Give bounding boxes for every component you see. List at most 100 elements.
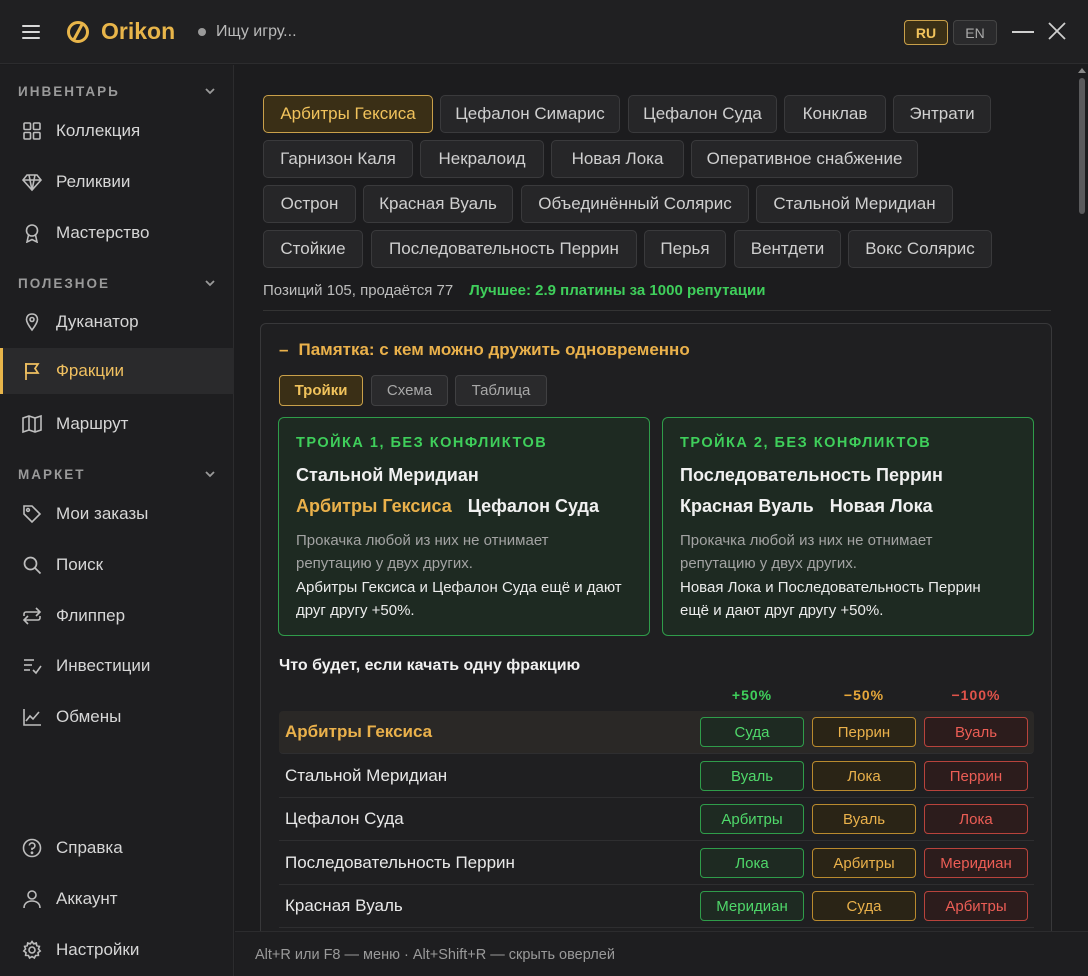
faction-chip[interactable]: Объединённый Солярис <box>521 185 749 223</box>
main-content: Арбитры Гексиса Цефалон Симарис Цефалон … <box>235 65 1075 931</box>
scrollbar-thumb[interactable] <box>1079 78 1085 214</box>
zero-badge: Вуаль <box>924 717 1028 747</box>
plus-badge: Меридиан <box>700 891 804 921</box>
minus-badge: Лока <box>812 761 916 791</box>
triple-faction: Стальной Меридиан <box>296 465 479 485</box>
sidebar-item-factions[interactable]: Фракции <box>0 348 234 394</box>
swap-icon <box>22 607 42 625</box>
sidebar-item-relics[interactable]: Реликвии <box>0 159 234 205</box>
section-label: МАРКЕТ <box>18 466 86 482</box>
sidebar-item-my-orders[interactable]: Мои заказы <box>0 491 234 537</box>
sidebar-item-label: Инвестиции <box>56 656 151 675</box>
effect-row[interactable]: Последовательность Перрин Лока Арбитры М… <box>279 842 1034 885</box>
sidebar-item-investments[interactable]: Инвестиции <box>0 643 234 689</box>
sidebar-item-label: Флиппер <box>56 606 126 625</box>
chart-icon <box>23 709 41 726</box>
sidebar-item-settings[interactable]: Настройки <box>0 927 234 973</box>
sidebar-item-ducanator[interactable]: Дуканатор <box>0 299 234 345</box>
column-plus50: +50% <box>731 687 773 703</box>
memo-panel: – Памятка: с кем можно дружить одновремен… <box>260 323 1052 931</box>
tab-table[interactable]: Таблица <box>455 375 547 406</box>
medal-icon <box>25 224 39 243</box>
sidebar-item-route[interactable]: Маршрут <box>0 401 234 447</box>
faction-chip[interactable]: Вокс Солярис <box>848 230 992 268</box>
zero-badge: Лока <box>924 804 1028 834</box>
faction-chip[interactable]: Острон <box>263 185 356 223</box>
faction-chip[interactable]: Последовательность Перрин <box>371 230 637 268</box>
sidebar-item-trades[interactable]: Обмены <box>0 694 234 740</box>
lang-ru-button[interactable]: RU <box>904 20 948 45</box>
menu-icon[interactable] <box>22 24 40 39</box>
plus-badge: Арбитры <box>700 804 804 834</box>
diamond-icon <box>22 174 42 192</box>
tab-scheme[interactable]: Схема <box>371 375 448 406</box>
effects-title: Что будет, если качать одну фракцию <box>279 657 581 674</box>
gear-icon <box>22 940 42 960</box>
faction-chip[interactable]: Стойкие <box>263 230 363 268</box>
sidebar-item-search[interactable]: Поиск <box>0 542 234 588</box>
faction-chip[interactable]: Конклав <box>784 95 886 133</box>
game-search[interactable]: Ищу игру... <box>198 23 297 41</box>
effect-row[interactable]: Арбитры Гексиса Суда Перрин Вуаль <box>279 711 1034 754</box>
sidebar-item-mastery[interactable]: Мастерство <box>0 210 234 256</box>
effect-row[interactable]: Стальной Меридиан Вуаль Лока Перрин <box>279 755 1034 798</box>
scroll-up-icon[interactable] <box>1078 68 1086 73</box>
close-icon[interactable] <box>1046 20 1068 42</box>
memo-title-text: Памятка: с кем можно дружить одновременн… <box>298 340 690 359</box>
status-dot-icon <box>198 28 206 36</box>
faction-chip[interactable]: Перья <box>644 230 726 268</box>
sidebar-item-label: Аккаунт <box>56 889 118 908</box>
faction-chip[interactable]: Гарнизон Каля <box>263 140 413 178</box>
effect-row-name: Цефалон Суда <box>285 809 404 828</box>
faction-chip[interactable]: Цефалон Симарис <box>440 95 620 133</box>
faction-chip[interactable]: Арбитры Гексиса <box>263 95 433 133</box>
sidebar-item-label: Коллекция <box>56 121 141 140</box>
faction-chip[interactable]: Стальной Меридиан <box>756 185 953 223</box>
faction-chip[interactable]: Красная Вуаль <box>363 185 513 223</box>
triple-title: ТРОЙКА 2, БЕЗ КОНФЛИКТОВ <box>680 435 932 451</box>
faction-chip[interactable]: Новая Лока <box>551 140 684 178</box>
faction-chip[interactable]: Цефалон Суда <box>628 95 777 133</box>
effect-row[interactable]: Красная Вуаль Меридиан Суда Арбитры <box>279 885 1034 928</box>
section-inventory[interactable]: ИНВЕНТАРЬ <box>18 81 216 101</box>
collapse-icon: – <box>279 340 289 359</box>
sidebar-item-account[interactable]: Аккаунт <box>0 876 234 922</box>
triple-faction: Красная Вуаль <box>680 496 814 516</box>
effect-row-name: Красная Вуаль <box>285 896 403 915</box>
stats-line: Позиций 105, продаётся 77 Лучшее: 2.9 пла… <box>263 282 765 299</box>
title-bar: Orikon Ищу игру... RU EN <box>0 0 1088 64</box>
faction-chip[interactable]: Некралоид <box>420 140 544 178</box>
flag-icon <box>25 363 40 380</box>
tab-triples[interactable]: Тройки <box>279 375 363 406</box>
minus-badge: Суда <box>812 891 916 921</box>
effect-row[interactable]: Цефалон Суда Арбитры Вуаль Лока <box>279 798 1034 841</box>
help-icon <box>22 838 42 858</box>
map-icon <box>22 414 42 434</box>
sidebar-item-help[interactable]: Справка <box>0 825 234 871</box>
sidebar-item-flipper[interactable]: Флиппер <box>0 593 234 639</box>
minimize-icon[interactable] <box>1012 31 1034 33</box>
faction-chip[interactable]: Оперативное снабжение <box>691 140 918 178</box>
faction-chip[interactable]: Энтрати <box>893 95 991 133</box>
zero-badge: Перрин <box>924 761 1028 791</box>
sidebar-item-label: Поиск <box>56 555 104 574</box>
section-market[interactable]: МАРКЕТ <box>18 464 216 484</box>
triple-card-1: ТРОЙКА 1, БЕЗ КОНФЛИКТОВ Стальной Мериди… <box>278 417 650 636</box>
sidebar-item-label: Фракции <box>56 361 124 380</box>
game-search-placeholder: Ищу игру... <box>216 23 297 40</box>
pin-icon <box>25 313 39 332</box>
sidebar-item-label: Маршрут <box>56 414 129 433</box>
memo-title[interactable]: – Памятка: с кем можно дружить одновремен… <box>279 340 690 360</box>
stats-summary: Позиций 105, продаётся 77 <box>263 282 454 299</box>
triple-bonus: Арбитры Гексиса и Цефалон Суда ещё и даю… <box>296 579 622 619</box>
triple-faction: Последовательность Перрин <box>680 465 943 485</box>
lang-en-button[interactable]: EN <box>953 20 997 45</box>
tag-icon <box>23 505 42 524</box>
triple-title: ТРОЙКА 1, БЕЗ КОНФЛИКТОВ <box>296 435 548 451</box>
sidebar-item-collection[interactable]: Коллекция <box>0 108 234 154</box>
footer-bar: Alt+R или F8 — меню · Alt+Shift+R — скры… <box>235 931 1088 976</box>
section-useful[interactable]: ПОЛЕЗНОЕ <box>18 273 216 293</box>
faction-chip[interactable]: Вентдети <box>734 230 841 268</box>
column-minus100: −100% <box>951 687 1001 703</box>
effect-row-name: Арбитры Гексиса <box>285 722 433 741</box>
